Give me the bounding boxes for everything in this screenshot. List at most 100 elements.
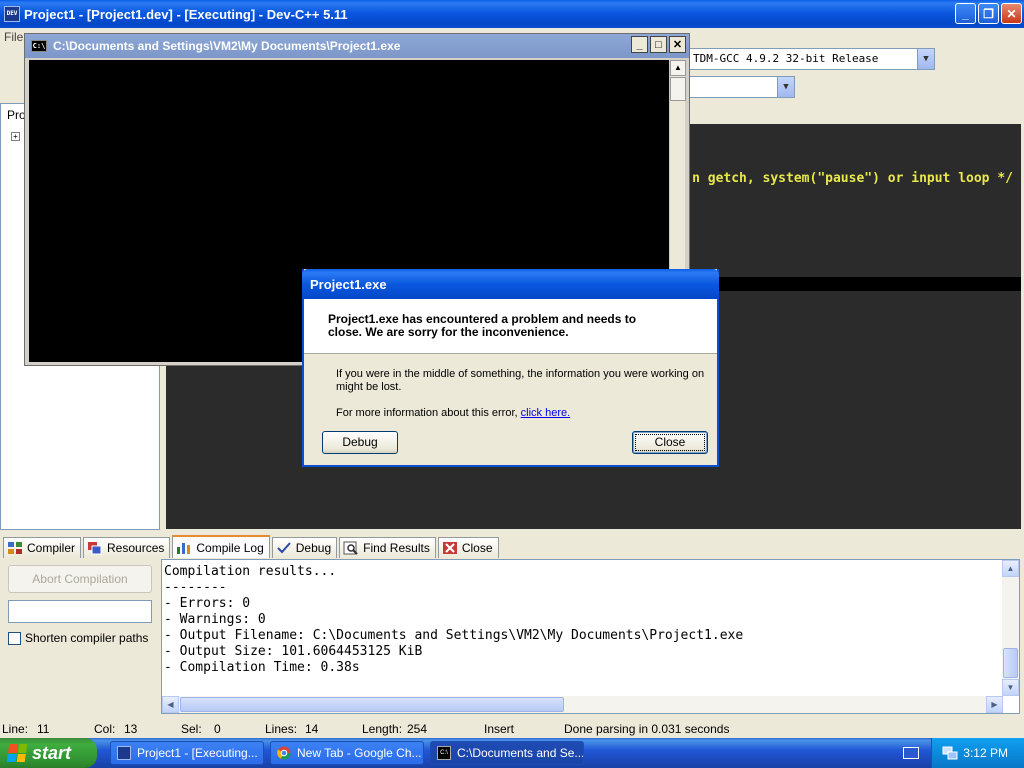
scroll-right-icon[interactable]: ▶: [986, 696, 1003, 713]
keyboard-icon[interactable]: [903, 747, 919, 759]
checkmark-icon: [277, 542, 291, 554]
shorten-paths-checkbox[interactable]: Shorten compiler paths: [8, 631, 148, 645]
tab-compile-log[interactable]: Compile Log: [172, 535, 270, 558]
console-close-button[interactable]: ✕: [669, 36, 686, 53]
find-icon: [343, 541, 358, 555]
compile-progress-field: [8, 600, 152, 623]
status-parse-message: Done parsing in 0.031 seconds: [564, 722, 730, 736]
restore-button[interactable]: ❐: [978, 3, 999, 24]
grid-icon: [8, 542, 22, 554]
bar-chart-icon: [177, 542, 191, 554]
dialog-close-button[interactable]: Close: [632, 431, 708, 454]
log-line: - Errors: 0: [164, 596, 251, 611]
tab-compiler[interactable]: Compiler: [3, 537, 82, 558]
status-col-value: 13: [124, 722, 138, 736]
close-button[interactable]: ✕: [1001, 3, 1022, 24]
checkbox-box[interactable]: [8, 631, 21, 645]
tab-debug[interactable]: Debug: [271, 537, 338, 558]
taskbar-item-label: Project1 - [Executing...: [137, 746, 258, 760]
chevron-down-icon[interactable]: ▼: [917, 49, 934, 69]
error-more-info: For more information about this error, c…: [336, 407, 570, 419]
status-line-value: 11: [37, 722, 50, 736]
status-length-label: Length:: [362, 722, 403, 736]
error-dialog-header: Project1.exe has encountered a problem a…: [304, 299, 717, 354]
main-window-title: Project1 - [Project1.dev] - [Executing] …: [24, 6, 348, 22]
tab-close[interactable]: Close: [437, 537, 499, 558]
scroll-down-icon[interactable]: ▼: [1002, 679, 1019, 696]
console-icon: C:\: [31, 40, 47, 52]
function-select[interactable]: ▼: [688, 76, 795, 98]
system-tray: 3:12 PM: [931, 738, 1024, 768]
tab-find-results[interactable]: Find Results: [339, 537, 436, 558]
debug-button-label: Debug: [342, 435, 378, 449]
log-line: - Output Size: 101.6064453125 KiB: [164, 644, 423, 659]
status-bar: Line: 11 Col: 13 Sel: 0 Lines: 14 Length…: [0, 719, 1024, 738]
devcpp-app-icon: DEV: [4, 6, 20, 22]
tree-expand-icon[interactable]: +: [11, 132, 20, 141]
status-lines-value: 14: [305, 722, 319, 736]
devcpp-app-icon: [117, 746, 131, 760]
click-here-link[interactable]: click here.: [521, 407, 571, 419]
console-maximize-button[interactable]: □: [650, 36, 667, 53]
scroll-up-icon[interactable]: ▲: [670, 60, 686, 76]
status-sel-label: Sel:: [181, 722, 202, 736]
tab-resources[interactable]: Resources: [83, 537, 171, 558]
error-dialog: Project1.exe Project1.exe has encountere…: [302, 269, 719, 467]
taskbar: start Project1 - [Executing... New Tab -…: [0, 738, 1024, 768]
tab-label: Compile Log: [196, 540, 264, 555]
log-vertical-scrollbar[interactable]: ▲ ▼: [1002, 560, 1019, 696]
log-line: - Compilation Time: 0.38s: [164, 660, 360, 675]
error-info-text: If you were in the middle of something, …: [336, 368, 705, 393]
abort-compilation-button[interactable]: Abort Compilation: [8, 565, 152, 593]
status-lines-label: Lines:: [265, 722, 298, 736]
console-title: C:\Documents and Settings\VM2\My Documen…: [53, 39, 401, 53]
chevron-down-icon[interactable]: ▼: [777, 77, 794, 97]
resources-icon: [88, 542, 102, 555]
tab-label: Find Results: [363, 541, 430, 555]
debug-button[interactable]: Debug: [322, 431, 398, 454]
taskbar-item-label: New Tab - Google Ch...: [297, 746, 422, 760]
compile-log[interactable]: Compilation results... -------- - Errors: …: [161, 559, 1020, 714]
console-title-bar[interactable]: C:\ C:\Documents and Settings\VM2\My Doc…: [25, 34, 689, 58]
status-sel-value: 0: [214, 722, 221, 736]
log-line: - Output Filename: C:\Documents and Sett…: [164, 628, 744, 643]
clock[interactable]: 3:12 PM: [963, 746, 1008, 760]
start-label: start: [32, 742, 72, 763]
start-button[interactable]: start: [0, 738, 97, 768]
tab-label: Resources: [107, 541, 165, 555]
console-minimize-button[interactable]: _: [631, 36, 648, 53]
windows-logo-icon: [6, 744, 28, 762]
taskbar-item-chrome[interactable]: New Tab - Google Ch...: [270, 741, 424, 765]
bottom-tabs: Compiler Resources Compile Log Debug Fin…: [0, 535, 499, 559]
scroll-thumb[interactable]: [670, 77, 686, 101]
compiler-select[interactable]: TDM-GCC 4.9.2 32-bit Release ▼: [688, 48, 935, 70]
close-panel-icon: [442, 542, 457, 554]
network-icon[interactable]: [942, 745, 958, 761]
status-length-value: 254: [407, 722, 428, 736]
error-dialog-title[interactable]: Project1.exe: [302, 269, 719, 299]
status-col-label: Col:: [94, 722, 116, 736]
tab-label: Compiler: [27, 541, 76, 555]
taskbar-item-console[interactable]: C:\ C:\Documents and Se...: [430, 741, 584, 765]
compiler-select-value: TDM-GCC 4.9.2 32-bit Release: [693, 52, 879, 65]
compile-controls: Abort Compilation Shorten compiler paths: [0, 559, 160, 714]
shorten-paths-label: Shorten compiler paths: [25, 631, 149, 645]
log-horizontal-scrollbar[interactable]: ◀ ▶: [162, 696, 1003, 713]
menu-file[interactable]: File: [4, 30, 23, 44]
console-icon: C:\: [437, 746, 451, 760]
main-title-bar[interactable]: DEV Project1 - [Project1.dev] - [Executi…: [0, 0, 1024, 28]
minimize-button[interactable]: _: [955, 3, 976, 24]
scroll-left-icon[interactable]: ◀: [162, 696, 179, 713]
scroll-thumb[interactable]: [1003, 648, 1018, 678]
more-info-text: For more information about this error,: [336, 407, 521, 419]
taskbar-item-devcpp[interactable]: Project1 - [Executing...: [110, 741, 264, 765]
status-line-label: Line:: [2, 722, 29, 736]
chrome-icon: [277, 746, 291, 760]
scroll-up-icon[interactable]: ▲: [1002, 560, 1019, 577]
tab-label: Debug: [295, 541, 332, 555]
scroll-thumb[interactable]: [180, 697, 564, 712]
taskbar-item-label: C:\Documents and Se...: [457, 746, 584, 760]
main-caption-buttons: _ ❐ ✕: [955, 3, 1022, 24]
log-line: - Warnings: 0: [164, 612, 266, 627]
status-mode: Insert: [484, 722, 515, 736]
